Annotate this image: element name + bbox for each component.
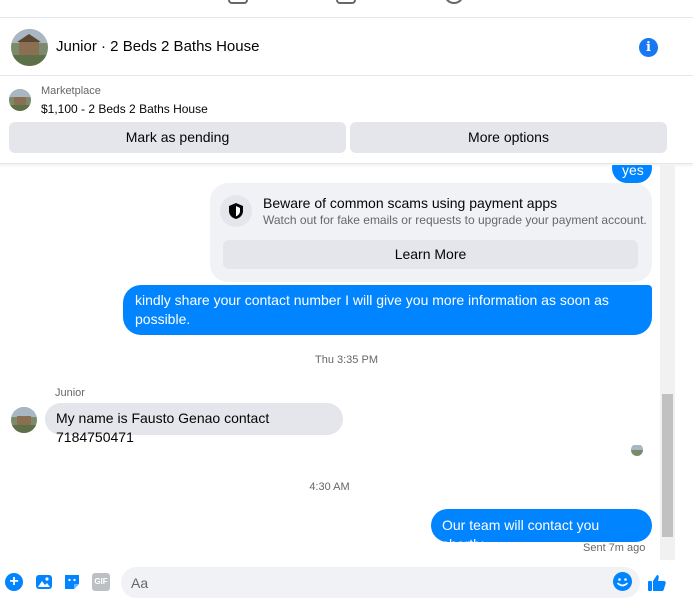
listing-avatar[interactable] xyxy=(11,29,48,66)
gif-icon[interactable]: GIF xyxy=(92,573,110,591)
marketplace-label: Marketplace xyxy=(41,85,101,97)
sender-avatar[interactable] xyxy=(11,407,37,433)
photo-icon[interactable] xyxy=(35,573,53,591)
message-thread: yes Beware of common scams using payment… xyxy=(0,165,677,560)
scam-warning-card: Beware of common scams using payment app… xyxy=(210,183,652,282)
nav-icon-2[interactable] xyxy=(336,0,356,4)
message-input-wrapper xyxy=(121,567,640,598)
emoji-icon[interactable] xyxy=(613,572,632,591)
sender-name: Junior xyxy=(55,387,85,399)
more-options-button[interactable]: More options xyxy=(350,122,667,153)
seen-avatar xyxy=(631,444,643,456)
nav-icon-1[interactable] xyxy=(228,0,248,4)
message-timestamp: Thu 3:35 PM xyxy=(315,354,378,366)
plus-icon[interactable]: + xyxy=(5,573,23,591)
scam-warning-body: Watch out for fake emails or requests to… xyxy=(263,213,647,227)
message-bubble-incoming[interactable]: My name is Fausto Genao contact 71847504… xyxy=(45,403,343,445)
message-input[interactable] xyxy=(131,567,601,598)
message-bubble-outgoing[interactable]: Our team will contact you shortly. xyxy=(431,509,652,552)
conversation-title[interactable]: Junior · 2 Beds 2 Baths House xyxy=(56,38,259,55)
top-navigation-strip xyxy=(0,0,693,18)
nav-icon-3[interactable] xyxy=(444,0,464,4)
learn-more-button[interactable]: Learn More xyxy=(223,240,638,269)
scrollbar-thumb[interactable] xyxy=(662,394,673,537)
mark-pending-button[interactable]: Mark as pending xyxy=(9,122,346,153)
sticker-icon[interactable] xyxy=(63,573,81,591)
listing-thumbnail[interactable] xyxy=(9,89,31,111)
message-bubble-outgoing[interactable]: kindly share your contact number I will … xyxy=(123,285,652,335)
listing-title[interactable]: $1,100 - 2 Beds 2 Baths House xyxy=(41,102,208,116)
conversation-header: Junior · 2 Beds 2 Baths House i xyxy=(0,18,693,76)
message-timestamp: 4:30 AM xyxy=(309,481,350,493)
info-icon[interactable]: i xyxy=(639,38,658,57)
shield-icon xyxy=(220,195,252,227)
scam-warning-title: Beware of common scams using payment app… xyxy=(263,195,558,211)
sent-status: Sent 7m ago xyxy=(583,542,646,554)
message-bubble-outgoing[interactable]: yes xyxy=(612,165,652,183)
message-composer: + GIF xyxy=(0,560,693,607)
marketplace-listing-panel: Marketplace $1,100 - 2 Beds 2 Baths Hous… xyxy=(0,76,693,164)
like-icon[interactable] xyxy=(647,573,666,591)
